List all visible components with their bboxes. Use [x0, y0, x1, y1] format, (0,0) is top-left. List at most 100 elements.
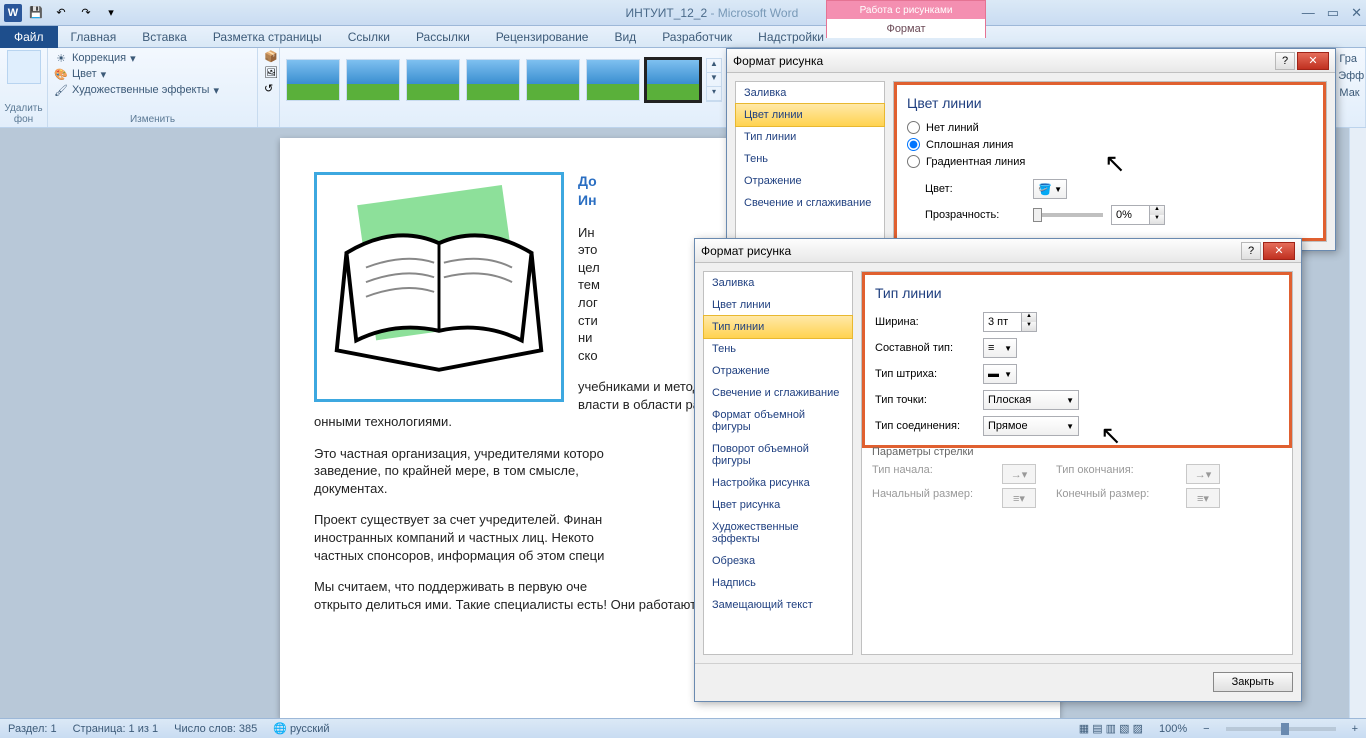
qat-customize-button[interactable]: ▾ [100, 3, 122, 23]
quick-access-toolbar: W 💾 ↶ ↷ ▾ [4, 3, 122, 23]
tab-view[interactable]: Вид [601, 27, 649, 47]
zoom-out-button[interactable]: − [1203, 723, 1209, 735]
cat-reflection[interactable]: Отражение [704, 360, 852, 382]
style-thumb[interactable] [586, 59, 640, 101]
tab-insert[interactable]: Вставка [129, 27, 200, 47]
cat-textbox[interactable]: Надпись [704, 572, 852, 594]
tab-file[interactable]: Файл [0, 26, 58, 48]
artistic-effects-button[interactable]: 🖌Художественные эффекты ▾ [54, 82, 251, 98]
cat-picture-corrections[interactable]: Настройка рисунка [704, 472, 852, 494]
status-language[interactable]: 🌐 русский [273, 722, 329, 735]
end-type-combo[interactable]: →▾ [1186, 464, 1220, 484]
cat-3drotation[interactable]: Поворот объемной фигуры [704, 438, 852, 472]
ribbon-group-adjust-extra: 📦 🖼 ↺ [258, 48, 280, 127]
cat-shadow[interactable]: Тень [704, 338, 852, 360]
picture-tools-context-tab: Работа с рисунками Формат [826, 0, 986, 38]
zoom-level[interactable]: 100% [1159, 723, 1187, 735]
statusbar: Раздел: 1 Страница: 1 из 1 Число слов: 3… [0, 718, 1366, 738]
cat-picture-color[interactable]: Цвет рисунка [704, 494, 852, 516]
style-thumb-selected[interactable] [646, 59, 700, 101]
view-shortcuts[interactable]: ▦ ▤ ▥ ▧ ▨ [1079, 722, 1143, 735]
tab-review[interactable]: Рецензирование [483, 27, 602, 47]
compress-pictures-button[interactable]: 📦 [264, 50, 273, 66]
cat-linetype[interactable]: Тип линии [703, 315, 853, 339]
radio-gradient-line[interactable]: Градиентная линия [907, 153, 1313, 170]
radio-no-line[interactable]: Нет линий [907, 119, 1313, 136]
cat-glow[interactable]: Свечение и сглаживание [704, 382, 852, 404]
tab-mailings[interactable]: Рассылки [403, 27, 483, 47]
cat-linecolor[interactable]: Цвет линии [735, 103, 885, 127]
panel-title: Цвет линии [907, 95, 1313, 111]
ribbon-group-removebg: Удалить фон [0, 48, 48, 127]
redo-button[interactable]: ↷ [75, 3, 97, 23]
width-spinner[interactable]: 3 пт▲▼ [983, 312, 1037, 332]
color-button[interactable]: 🎨Цвет ▾ [54, 66, 251, 82]
style-thumb[interactable] [406, 59, 460, 101]
gallery-scroll-buttons[interactable]: ▲▼▾ [706, 58, 722, 102]
word-logo-icon: W [4, 4, 22, 22]
tab-layout[interactable]: Разметка страницы [200, 27, 335, 47]
vertical-scrollbar[interactable] [1349, 128, 1366, 718]
reset-picture-button[interactable]: ↺ [264, 82, 273, 98]
status-wordcount[interactable]: Число слов: 385 [174, 723, 257, 735]
cap-label: Тип точки: [875, 394, 975, 406]
cat-linetype[interactable]: Тип линии [736, 126, 884, 148]
tab-home[interactable]: Главная [58, 27, 130, 47]
dialog-titlebar[interactable]: Формат рисунка ? ✕ [727, 49, 1335, 73]
titlebar: W 💾 ↶ ↷ ▾ ИНТУИТ_12_2 - Microsoft Word —… [0, 0, 1366, 26]
dialog-help-button[interactable]: ? [1241, 242, 1261, 260]
color-picker-button[interactable]: 🪣▼ [1033, 179, 1067, 199]
remove-bg-label: Удалить фон [4, 103, 42, 125]
tab-addins[interactable]: Надстройки [745, 27, 837, 47]
dialog-help-button[interactable]: ? [1275, 52, 1295, 70]
minimize-button[interactable]: — [1302, 5, 1315, 21]
cat-3dformat[interactable]: Формат объемной фигуры [704, 404, 852, 438]
dialog-close-button[interactable]: ✕ [1297, 52, 1329, 70]
cat-crop[interactable]: Обрезка [704, 550, 852, 572]
change-picture-button[interactable]: 🖼 [264, 66, 273, 82]
restore-button[interactable]: ▭ [1327, 5, 1339, 21]
style-thumb[interactable] [286, 59, 340, 101]
tab-developer[interactable]: Разработчик [649, 27, 745, 47]
style-thumb[interactable] [526, 59, 580, 101]
tab-references[interactable]: Ссылки [335, 27, 403, 47]
begin-size-combo[interactable]: ≡▾ [1002, 488, 1036, 508]
transparency-slider[interactable] [1033, 213, 1103, 217]
dash-type-combo[interactable]: ▬▼ [983, 364, 1017, 384]
remove-background-button[interactable] [7, 50, 41, 84]
close-button[interactable]: Закрыть [1213, 672, 1293, 692]
inserted-picture[interactable] [314, 172, 564, 402]
zoom-slider[interactable] [1226, 727, 1336, 731]
cat-fill[interactable]: Заливка [704, 272, 852, 294]
dialog-title: Формат рисунка [701, 244, 1241, 258]
status-section[interactable]: Раздел: 1 [8, 723, 57, 735]
arrow-settings: Параметры стрелки Тип начала:→▾ Тип окон… [872, 446, 1282, 510]
style-thumb[interactable] [466, 59, 520, 101]
save-button[interactable]: 💾 [25, 3, 47, 23]
style-thumb[interactable] [346, 59, 400, 101]
cap-type-combo[interactable]: Плоская▼ [983, 390, 1079, 410]
cat-fill[interactable]: Заливка [736, 82, 884, 104]
close-window-button[interactable]: ✕ [1351, 5, 1362, 21]
radio-solid-line[interactable]: Сплошная линия [907, 136, 1313, 153]
undo-button[interactable]: ↶ [50, 3, 72, 23]
dialog-close-button[interactable]: ✕ [1263, 242, 1295, 260]
transparency-spinner[interactable]: 0%▲▼ [1111, 205, 1165, 225]
dialog-titlebar[interactable]: Формат рисунка ? ✕ [695, 239, 1301, 263]
book-icon [317, 175, 561, 399]
join-type-combo[interactable]: Прямое▼ [983, 416, 1079, 436]
corrections-button[interactable]: ☀Коррекция ▾ [54, 50, 251, 66]
zoom-in-button[interactable]: + [1352, 723, 1358, 735]
cat-alttext[interactable]: Замещающий текст [704, 594, 852, 616]
cat-artistic-effects[interactable]: Художественные эффекты [704, 516, 852, 550]
cat-shadow[interactable]: Тень [736, 148, 884, 170]
tab-format[interactable]: Формат [827, 19, 985, 38]
cat-reflection[interactable]: Отражение [736, 170, 884, 192]
begin-type-combo[interactable]: →▾ [1002, 464, 1036, 484]
status-page[interactable]: Страница: 1 из 1 [73, 723, 159, 735]
end-size-combo[interactable]: ≡▾ [1186, 488, 1220, 508]
cat-glow[interactable]: Свечение и сглаживание [736, 192, 884, 214]
cat-linecolor[interactable]: Цвет линии [704, 294, 852, 316]
width-label: Ширина: [875, 316, 975, 328]
compound-type-combo[interactable]: ≡▼ [983, 338, 1017, 358]
